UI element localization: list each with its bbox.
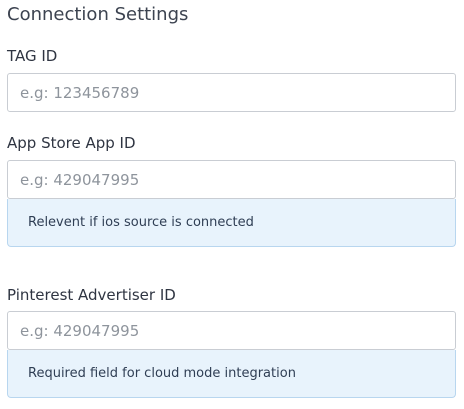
app-store-app-id-label: App Store App ID [7, 134, 136, 152]
tag-id-label: TAG ID [7, 47, 58, 65]
tag-id-input[interactable] [7, 73, 456, 112]
app-store-app-id-help-text: Relevent if ios source is connected [28, 214, 254, 230]
page-title: Connection Settings [7, 4, 189, 25]
pinterest-advertiser-id-input[interactable] [7, 311, 456, 350]
pinterest-advertiser-id-label: Pinterest Advertiser ID [7, 286, 176, 304]
pinterest-advertiser-id-help-text: Required field for cloud mode integratio… [28, 365, 296, 381]
pinterest-advertiser-id-help-box: Required field for cloud mode integratio… [7, 350, 456, 398]
app-store-app-id-help-box: Relevent if ios source is connected [7, 199, 456, 247]
app-store-app-id-input[interactable] [7, 160, 456, 199]
